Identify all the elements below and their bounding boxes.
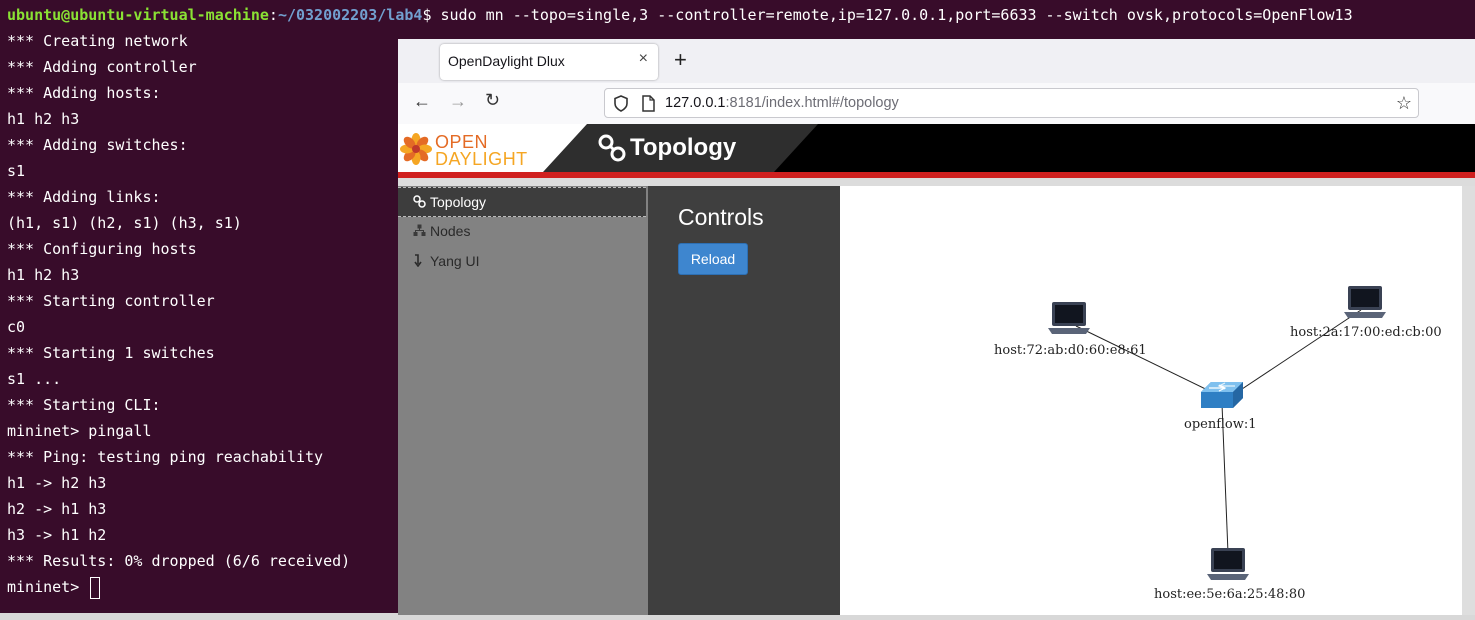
switch-label: openflow:1 [1184,417,1257,432]
prompt-user: ubuntu@ubuntu-virtual-machine [7,6,269,24]
terminal-output-line: *** Adding switches: [7,136,188,154]
url-host: 127.0.0.1 [665,95,726,111]
new-tab-button[interactable]: + [674,47,687,73]
terminal-output-line: s1 ... [7,370,62,388]
terminal-cursor [90,576,101,599]
back-button[interactable]: ← [413,91,431,112]
topology-icon [413,195,426,208]
terminal-output-line: h1 h2 h3 [7,266,80,284]
laptop-icon[interactable] [1048,302,1090,334]
host-label: host:72:ab:d0:60:e8:61 [994,343,1147,358]
terminal-output-line: *** Starting CLI: [7,396,161,414]
topology-canvas[interactable]: host:72:ab:d0:60:e8:61 host:2a:17:00:ed:… [840,186,1462,615]
page-icon [642,95,655,112]
browser-tab[interactable]: OpenDaylight Dlux × [440,44,658,80]
laptop-icon[interactable] [1344,286,1386,318]
terminal-output-line: *** Configuring hosts [7,240,197,258]
bookmark-star-icon[interactable]: ☆ [1396,93,1412,114]
switch-icon[interactable] [1201,382,1243,408]
controls-panel: Controls Reload [648,186,840,615]
terminal-command-line: ubuntu@ubuntu-virtual-machine:~/03200220… [7,2,1353,28]
sidebar: Topology Nodes Yang UI [398,186,648,615]
terminal-output-line: *** Starting controller [7,292,215,310]
host-label: host:2a:17:00:ed:cb:00 [1290,325,1442,340]
terminal-output-line: h2 -> h1 h3 [7,500,107,518]
terminal-output-line: h1 -> h2 h3 [7,474,107,492]
prompt-path: ~/032002203/lab4 [277,6,423,24]
sidebar-item-label: Yang UI [430,253,480,269]
final-prompt-text: mininet> [7,578,89,596]
terminal-output-line: h3 -> h1 h2 [7,526,107,544]
page-title: Topology [630,134,737,161]
url-bar[interactable]: 127.0.0.1:8181/index.html#/topology ☆ [604,88,1419,118]
terminal-output-line: h1 h2 h3 [7,110,80,128]
url-path: :8181/index.html#/topology [725,95,899,111]
terminal-output-line: s1 [7,162,26,180]
terminal-output-line: (h1, s1) (h2, s1) (h3, s1) [7,214,242,232]
sidebar-item-nodes[interactable]: Nodes [398,217,646,245]
sidebar-item-yang-ui[interactable]: Yang UI [398,247,646,275]
terminal-final-prompt: mininet> [7,574,101,600]
topology-graph[interactable] [840,186,1462,615]
reload-button[interactable]: Reload [678,243,748,275]
tab-bar: OpenDaylight Dlux × + [398,39,1475,83]
terminal-output-line: c0 [7,318,26,336]
logo-daylight-text: DAYLIGHT [435,149,528,169]
shield-icon[interactable] [613,95,629,112]
prompt-separator: : [268,6,278,24]
terminal-output-line: *** Adding links: [7,188,161,206]
host-label: host:ee:5e:6a:25:48:80 [1154,587,1306,602]
link-host1-switch [1075,325,1223,398]
terminal-output-line: *** Ping: testing ping reachability [7,448,324,466]
header-divider [398,178,1475,186]
terminal-command: sudo mn --topo=single,3 --controller=rem… [431,6,1353,24]
terminal-output-line: mininet> pingall [7,422,152,440]
yang-arrow-icon [414,254,422,267]
terminal-output-line: *** Results: 0% dropped (6/6 received) [7,552,351,570]
sidebar-item-label: Topology [430,194,487,210]
sidebar-item-topology[interactable]: Topology [398,187,646,217]
logo-flower-icon [400,133,432,165]
odl-header: OPEN DAYLIGHT Topology [398,124,1475,172]
terminal-output-line: *** Adding controller [7,58,197,76]
forward-button[interactable]: → [449,91,467,112]
link-host2-switch [1235,309,1362,394]
url-text[interactable]: 127.0.0.1:8181/index.html#/topology [665,95,899,111]
navigation-bar: ← → ↻ 127.0.0.1:8181/index.html#/topolog… [398,83,1475,125]
topology-icon [598,134,626,162]
sidebar-item-label: Nodes [430,223,471,239]
nodes-icon [413,224,426,236]
laptop-icon[interactable] [1207,548,1249,580]
close-tab-icon[interactable]: × [639,50,648,68]
browser-window[interactable]: OpenDaylight Dlux × + ← → ↻ 127.0.0.1:81… [398,39,1475,615]
controls-title: Controls [678,204,764,230]
reload-page-button[interactable]: ↻ [485,90,500,111]
terminal-output-line: *** Creating network [7,32,188,50]
terminal-output-line: *** Starting 1 switches [7,344,215,362]
scroll-gutter [1462,186,1475,615]
terminal-output-line: *** Adding hosts: [7,84,161,102]
tab-title: OpenDaylight Dlux [448,53,565,69]
